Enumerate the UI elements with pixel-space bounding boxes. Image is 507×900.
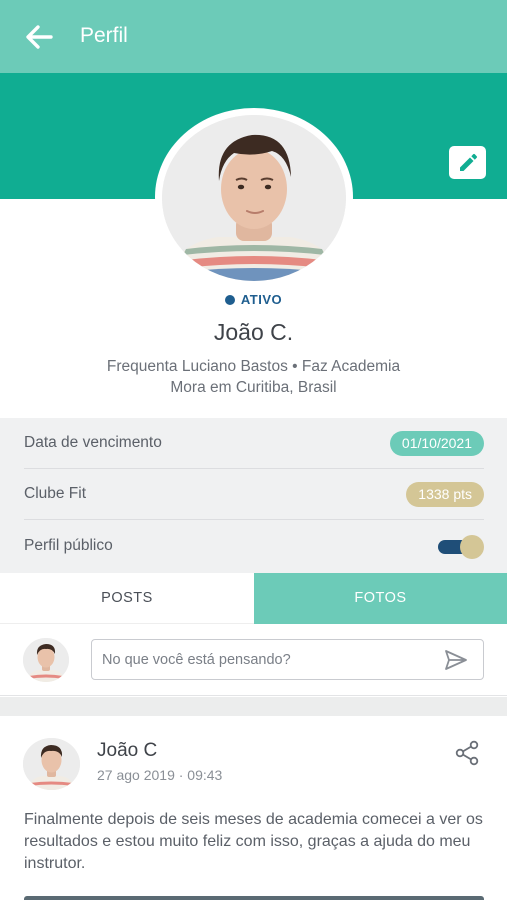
post-input[interactable]	[102, 640, 432, 679]
profile-info-panel: Data de vencimento 01/10/2021 Clube Fit …	[0, 418, 507, 573]
public-profile-toggle[interactable]	[436, 535, 484, 559]
user-photo	[23, 638, 69, 682]
page-title: Perfil	[80, 24, 128, 47]
composer-avatar	[23, 638, 69, 682]
share-button[interactable]	[454, 740, 480, 766]
profile-gym-info: Frequenta Luciano Bastos • Faz Academia	[106, 358, 401, 375]
feed-post: João C 27 ago 2019 · 09:43 Finalmente de…	[0, 716, 507, 900]
due-date-badge: 01/10/2021	[389, 431, 484, 456]
profile-avatar[interactable]	[162, 115, 346, 281]
club-fit-row: Clube Fit 1338 pts	[24, 469, 484, 520]
section-divider	[0, 697, 507, 716]
author-photo	[23, 738, 80, 790]
back-button[interactable]	[22, 22, 56, 52]
share-icon	[455, 740, 479, 766]
post-author-name[interactable]: João C	[97, 740, 157, 762]
send-button[interactable]	[443, 648, 469, 672]
post-body: Finalmente depois de seis meses de acade…	[24, 811, 483, 872]
arrow-left-icon	[26, 25, 53, 49]
due-date-label: Data de vencimento	[24, 434, 162, 451]
pencil-icon	[459, 153, 477, 171]
points-badge: 1338 pts	[406, 482, 484, 507]
profile-photo	[162, 115, 346, 281]
public-profile-label: Perfil público	[24, 537, 113, 554]
profile-location: Mora em Curitiba, Brasil	[170, 379, 337, 396]
edit-profile-button[interactable]	[449, 146, 486, 179]
post-author-avatar[interactable]	[23, 738, 80, 790]
post-composer	[0, 624, 507, 696]
profile-tabs: POSTS FOTOS	[0, 573, 507, 624]
status-badge: ATIVO	[0, 292, 507, 307]
status-dot	[224, 295, 235, 305]
send-icon	[445, 650, 467, 670]
tab-fotos[interactable]: FOTOS	[254, 573, 507, 624]
club-fit-label: Clube Fit	[24, 485, 87, 502]
top-bar: Perfil	[0, 0, 507, 73]
post-input-field[interactable]	[91, 639, 484, 680]
post-timestamp: 27 ago 2019 · 09:43	[97, 767, 223, 783]
post-image[interactable]	[24, 896, 484, 900]
due-date-row: Data de vencimento 01/10/2021	[24, 418, 484, 469]
tab-posts[interactable]: POSTS	[0, 573, 254, 624]
toggle-knob	[460, 535, 484, 559]
status-label: ATIVO	[240, 292, 283, 307]
public-profile-row: Perfil público	[24, 521, 484, 572]
profile-name: João C.	[213, 319, 294, 345]
